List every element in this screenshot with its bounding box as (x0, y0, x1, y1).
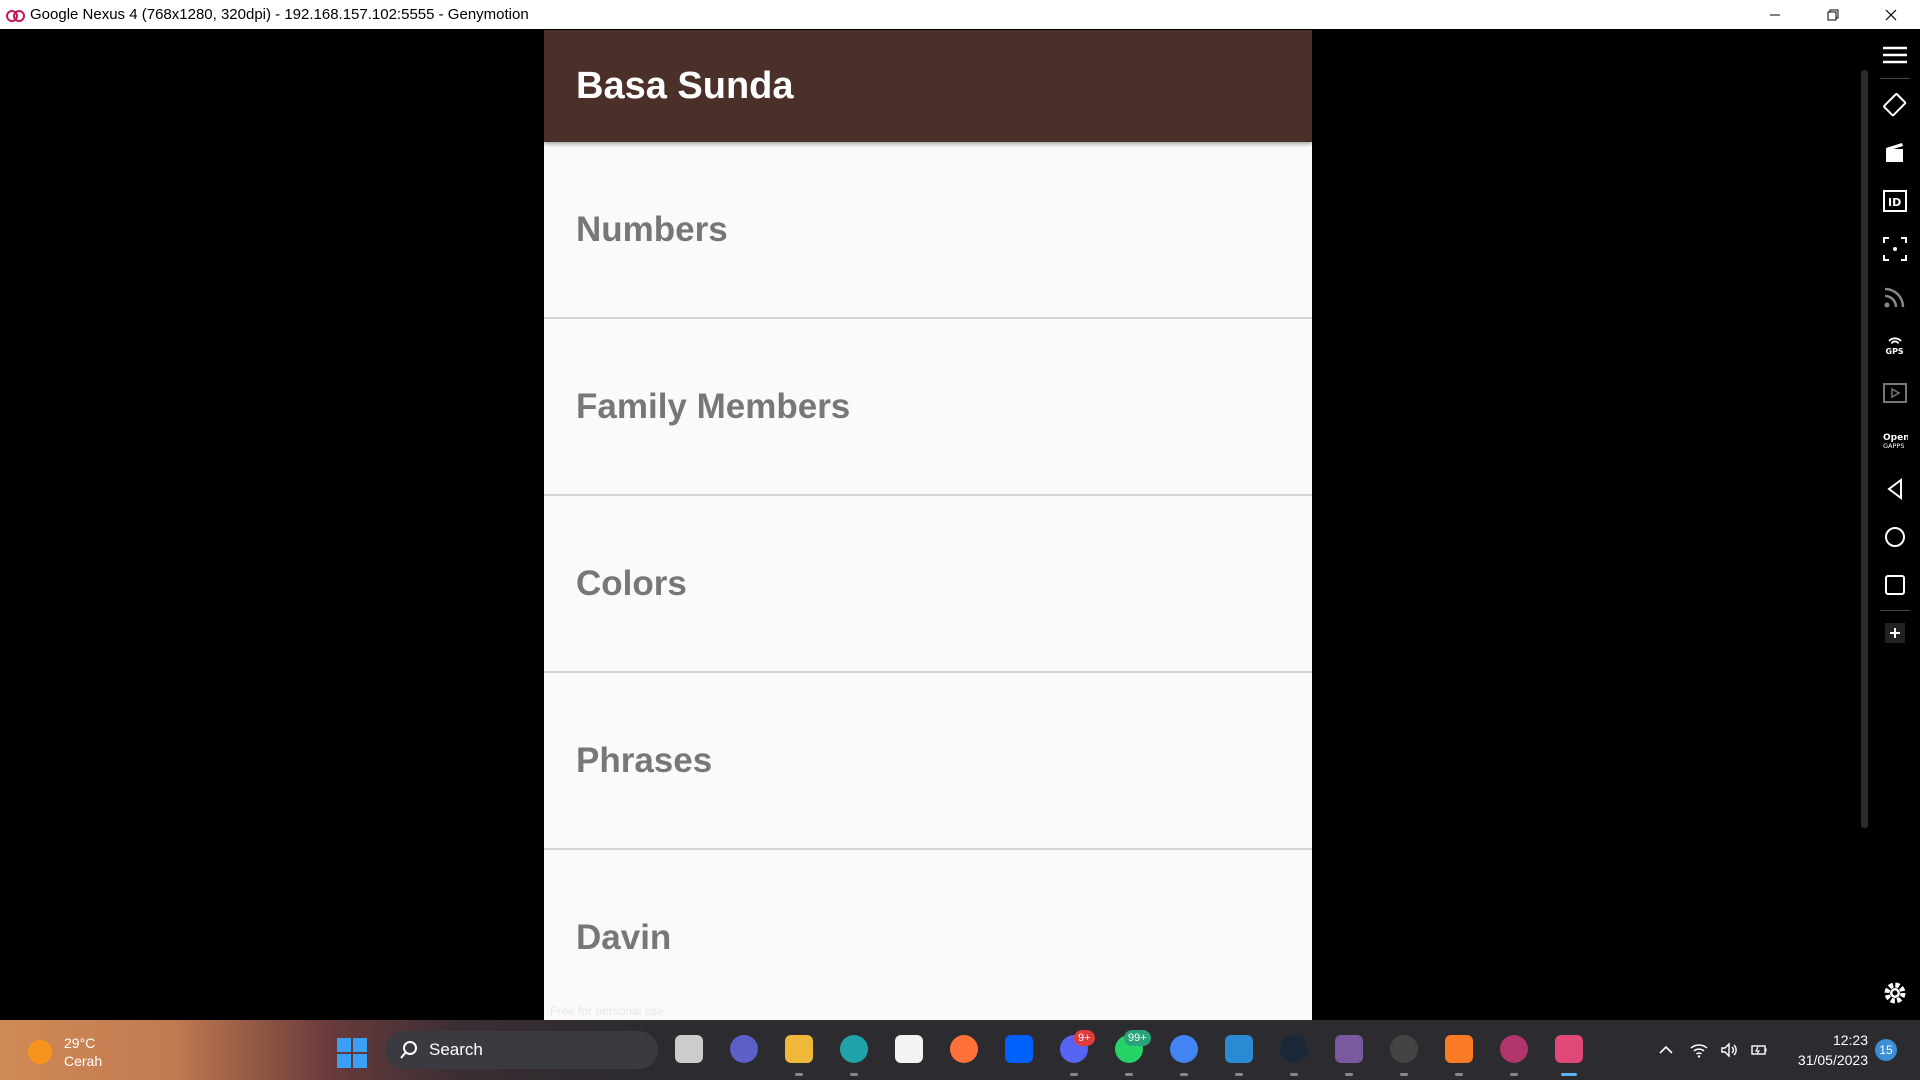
category-family-members[interactable]: Family Members (544, 319, 1312, 496)
search-icon (400, 1041, 417, 1059)
app-bar: Basa Sunda (544, 30, 1312, 142)
search-label: Search (429, 1040, 483, 1059)
back-icon[interactable] (1882, 476, 1908, 502)
genymotion-manager-icon[interactable] (1500, 1035, 1528, 1063)
category-phrases[interactable]: Phrases (544, 673, 1312, 850)
vscode-icon[interactable] (1225, 1035, 1253, 1063)
genymotion-toolbar: ID GPS Open GAPPS (1870, 30, 1920, 1020)
weather-widget[interactable]: 29°C Cerah (28, 1034, 102, 1070)
category-label: Colors (576, 563, 687, 603)
category-label: Phrases (576, 740, 713, 780)
notification-badge[interactable]: 15 (1875, 1039, 1897, 1061)
chrome-icon[interactable] (1170, 1035, 1198, 1063)
add-icon[interactable] (1882, 620, 1908, 646)
minimize-button[interactable] (1746, 0, 1804, 29)
category-label: Family Members (576, 386, 851, 426)
network-icon[interactable] (1882, 284, 1908, 310)
chevron-up-icon[interactable] (1655, 1039, 1677, 1061)
emulator-screen: Basa Sunda Numbers Family Members Colors… (544, 30, 1312, 1020)
wifi-icon[interactable] (1688, 1039, 1710, 1061)
gps-icon[interactable]: GPS (1882, 332, 1908, 358)
category-colors[interactable]: Colors (544, 496, 1312, 673)
close-icon (1885, 9, 1897, 20)
home-icon[interactable] (1882, 524, 1908, 550)
category-label: Numbers (576, 209, 728, 249)
genymotion-icon[interactable] (1555, 1035, 1583, 1063)
minimize-icon (1770, 14, 1780, 15)
restore-icon (1827, 9, 1839, 20)
teams-chat-icon[interactable] (730, 1035, 758, 1063)
clock-time: 12:23 (1832, 1032, 1868, 1048)
media-player-icon[interactable] (1390, 1035, 1418, 1063)
whatsapp-badge: 99+ (1124, 1030, 1151, 1046)
window-title-bar: Google Nexus 4 (768x1280, 320dpi) - 192.… (0, 0, 1920, 29)
restore-button[interactable] (1804, 0, 1862, 29)
taskbar: 29°C Cerah Search 9+ 99+ 12:23 31/05/202… (0, 1020, 1920, 1080)
open-gapps-icon[interactable]: Open GAPPS (1882, 428, 1908, 454)
start-button[interactable] (337, 1038, 367, 1068)
weather-temp: 29°C (64, 1035, 96, 1051)
taskbar-search[interactable]: Search (385, 1031, 658, 1069)
weather-desc: Cerah (64, 1053, 103, 1069)
task-view-icon[interactable] (675, 1035, 703, 1063)
window-scrollbar[interactable] (1861, 70, 1868, 828)
settings-icon[interactable] (1882, 980, 1908, 1006)
camera-icon[interactable] (1882, 140, 1908, 166)
resize-icon[interactable] (1882, 236, 1908, 262)
watermark: Free for personal use (550, 1004, 665, 1018)
menu-icon[interactable] (1882, 42, 1908, 68)
winrar-icon[interactable] (1335, 1035, 1363, 1063)
rotate-icon[interactable] (1882, 92, 1908, 118)
genymotion-app-icon (6, 9, 25, 22)
sun-icon (28, 1040, 52, 1064)
media-icon[interactable] (1882, 380, 1908, 406)
svg-text:ID: ID (1888, 196, 1901, 209)
volume-icon[interactable] (1718, 1039, 1740, 1061)
clock[interactable]: 12:23 31/05/2023 (1786, 1030, 1868, 1070)
discord-badge: 9+ (1074, 1030, 1095, 1046)
category-numbers[interactable]: Numbers (544, 142, 1312, 319)
svg-text:GAPPS: GAPPS (1883, 442, 1904, 450)
recents-icon[interactable] (1882, 572, 1908, 598)
id-icon[interactable]: ID (1882, 188, 1908, 214)
clock-date: 31/05/2023 (1797, 1052, 1868, 1068)
xampp-icon[interactable] (1445, 1035, 1473, 1063)
window-title: Google Nexus 4 (768x1280, 320dpi) - 192.… (30, 6, 529, 23)
edge-icon[interactable] (840, 1035, 868, 1063)
battery-icon[interactable] (1748, 1039, 1770, 1061)
category-label: Davin (576, 917, 672, 957)
app-title: Basa Sunda (576, 64, 794, 107)
category-davin[interactable]: Davin (544, 850, 1312, 1020)
microsoft-store-icon[interactable] (895, 1035, 923, 1063)
file-explorer-icon[interactable] (785, 1035, 813, 1063)
firefox-icon[interactable] (950, 1035, 978, 1063)
dropbox-icon[interactable] (1005, 1035, 1033, 1063)
close-button[interactable] (1862, 0, 1920, 29)
steam-icon[interactable] (1280, 1035, 1308, 1063)
svg-text:GPS: GPS (1886, 347, 1904, 356)
